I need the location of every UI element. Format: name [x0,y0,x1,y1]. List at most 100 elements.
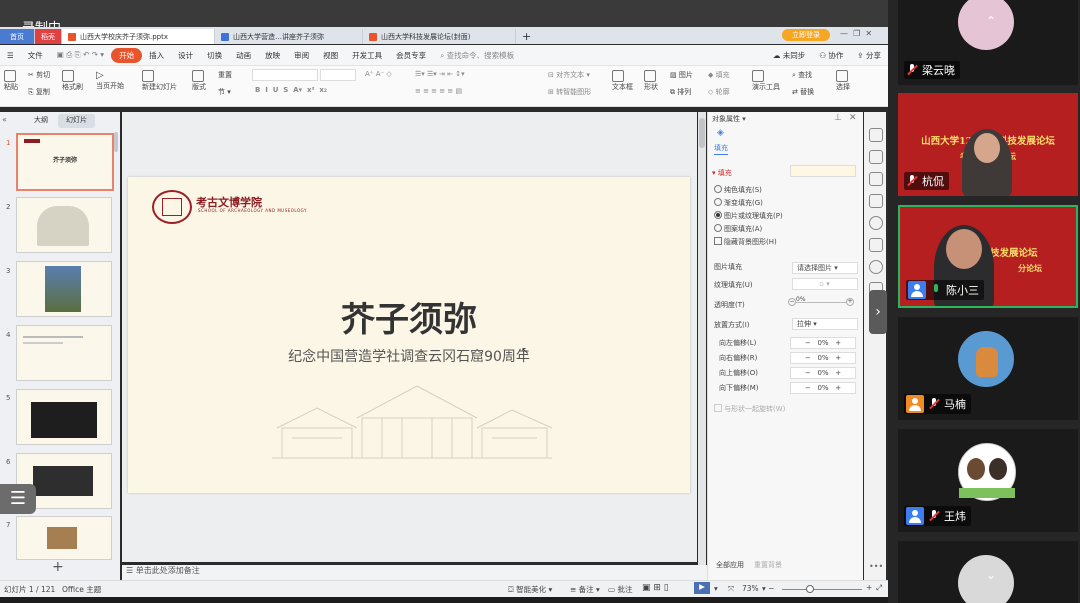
decrease-icon[interactable]: − [788,298,796,306]
menu-start[interactable]: 开始 [111,47,143,63]
more-options-icon[interactable]: ••• [869,562,883,571]
zoom-slider-handle[interactable] [806,585,814,593]
picture-button[interactable]: ▨ 图片 [670,70,693,80]
menu-slideshow[interactable]: 放映 [258,50,287,61]
menu-design[interactable]: 设计 [171,50,200,61]
smart-beautify-button[interactable]: ⛋ 智能美化 ▾ [508,584,552,595]
search-command-input[interactable]: ⌕ 查找命令、搜索模板 [433,50,521,61]
apply-all-button[interactable]: 全部应用 [716,560,744,570]
add-slide-button[interactable]: + [52,559,64,575]
offset-right-stepper[interactable]: − 0% + [790,352,856,364]
font-size-select[interactable] [320,69,356,81]
arrange-button[interactable]: ⧉ 排列 [670,87,691,97]
menu-insert[interactable]: 插入 [142,50,171,61]
find-button[interactable]: ⌕ 查找 [792,70,812,80]
slide-thumbnail-5[interactable] [16,389,112,445]
menu-view[interactable]: 视图 [316,50,345,61]
shape-button[interactable]: 形状 [644,70,658,92]
menu-animation[interactable]: 动画 [229,50,258,61]
canvas-vertical-scrollbar[interactable] [698,112,706,580]
play-slideshow-button[interactable]: ▶ [694,582,710,594]
fill-option-solid[interactable]: 纯色填充(S) [714,185,762,195]
paragraph-align-buttons[interactable]: ≡ ≡ ≡ ≡ ≡ ▤ [415,87,462,95]
slideshow-dropdown[interactable]: ▾ [714,584,718,593]
tab-pptx-file[interactable]: 山西大学校庆芥子须弥.pptx [62,29,215,44]
cut-button[interactable]: ✂ 剪切 [28,70,50,80]
collapse-panel-icon[interactable]: « [2,115,7,124]
slide-thumbnail-7[interactable] [16,516,112,560]
fill-section-toggle[interactable]: ▾ 填充 [712,168,732,178]
comments-toggle-button[interactable]: ▭ 批注 [608,584,632,595]
notes-toggle-button[interactable]: ≡ 备注 ▾ [570,584,600,595]
copy-button[interactable]: ⎘ 复制 [28,87,50,97]
reset-button[interactable]: 重置 [218,70,232,80]
offset-down-stepper[interactable]: − 0% + [790,382,856,394]
reset-background-button[interactable]: 重置背景 [754,560,782,570]
slide-title[interactable]: 芥子须弥 [128,292,690,341]
scrollbar-thumb[interactable] [699,118,705,148]
pin-icon[interactable]: ⊥ [834,113,842,123]
slide-thumbnail-2[interactable] [16,197,112,253]
zoom-slider[interactable] [782,589,862,590]
replace-button[interactable]: ⇄ 替换 [792,87,814,97]
quick-access-icons[interactable]: ▣ ⎙ ⎘ ↶ ↷ ▾ [50,50,111,60]
zoom-in-icon[interactable]: + [866,583,872,592]
menu-transition[interactable]: 切换 [200,50,229,61]
fill-color-preview[interactable] [790,165,856,177]
convert-smartart-button[interactable]: ⊞ 转智能图形 [548,87,591,97]
menu-file[interactable]: 文件 [21,50,50,61]
picture-fill-select[interactable]: 请选择图片 ▾ [792,262,858,274]
tab-lecture-doc[interactable]: 山西大学营造…讲座芥子须弥 [215,29,363,44]
fill-option-gradient[interactable]: 渐变填充(G) [714,198,763,208]
fill-option-picture[interactable]: 图片或纹理填充(P) [714,211,783,221]
zoom-level[interactable]: 73% [742,584,759,593]
font-family-select[interactable] [252,69,318,81]
align-text-button[interactable]: ⊟ 对齐文本 ▾ [548,70,590,80]
from-start-button[interactable]: ▷ 当页开始 [96,70,124,91]
layout-button[interactable]: 版式 [192,70,206,92]
participant-tile[interactable]: 山西大学120周年科技发展论坛 考古文博分论坛 杭侃 [898,93,1078,196]
presenter-tools-button[interactable]: 演示工具 [752,70,780,92]
tab-home[interactable]: 首页 [0,29,35,44]
new-tab-button[interactable]: + [516,29,537,44]
participant-tile[interactable]: 马楠 [898,317,1078,420]
fit-window-icon[interactable]: ⤧ [728,584,734,594]
floating-menu-icon[interactable]: ☰ [0,484,36,514]
new-slide-button[interactable]: 新建幻灯片 [142,70,177,92]
transparency-slider[interactable]: − 0% + [786,296,854,308]
tab-forum-cover[interactable]: 山西大学科技发展论坛(封面) [363,29,516,44]
image-tool-icon[interactable] [869,238,883,252]
slide-thumbnail-3[interactable] [16,261,112,317]
increase-icon[interactable]: + [846,298,854,306]
participant-tile[interactable]: 王炜 [898,429,1078,532]
login-button[interactable]: 立即登录 [782,29,830,41]
offset-up-stepper[interactable]: − 0% + [790,367,856,379]
zoom-out-icon[interactable]: ▾ − [762,584,774,593]
help-icon[interactable] [869,216,883,230]
participant-tile[interactable]: 梁云晓 [898,0,1078,85]
text-format-buttons[interactable]: B I U S A▾ x² x₂ [255,86,327,94]
pin-tool-icon[interactable] [869,172,883,186]
format-painter-button[interactable]: 格式刷 [62,70,83,92]
copy-tool-icon[interactable] [869,194,883,208]
settings-sliders-icon[interactable] [869,150,883,164]
slider-track[interactable] [796,302,846,303]
property-icon[interactable] [869,128,883,142]
slide-subtitle[interactable]: 纪念中国营造学社调查云冈石窟90周年 [128,346,690,366]
scroll-up-icon[interactable]: ⌃ [980,14,1002,28]
list-buttons[interactable]: ☰▾ ☰▾ ⇥ ⇤ ↕▾ [415,70,465,78]
menu-review[interactable]: 审阅 [287,50,316,61]
props-close-icon[interactable]: ✕ [849,113,857,123]
menu-member[interactable]: 会员专享 [389,50,433,61]
hamburger-menu-icon[interactable]: ☰ [0,51,21,60]
menu-developer[interactable]: 开发工具 [345,50,389,61]
section-button[interactable]: 节 ▾ [218,87,231,97]
fullscreen-icon[interactable]: ⤢ [876,583,882,593]
hide-bg-checkbox[interactable]: 隐藏背景图形(H) [714,237,777,247]
fill-button[interactable]: ◆ 填充 [708,70,730,80]
slide-thumbnail-4[interactable] [16,325,112,381]
offset-left-stepper[interactable]: − 0% + [790,337,856,349]
tab-docer[interactable]: 稻壳 [35,29,62,44]
collapse-arrow-icon[interactable]: › [869,290,887,334]
maximize-icon[interactable]: ❐ [853,29,860,38]
